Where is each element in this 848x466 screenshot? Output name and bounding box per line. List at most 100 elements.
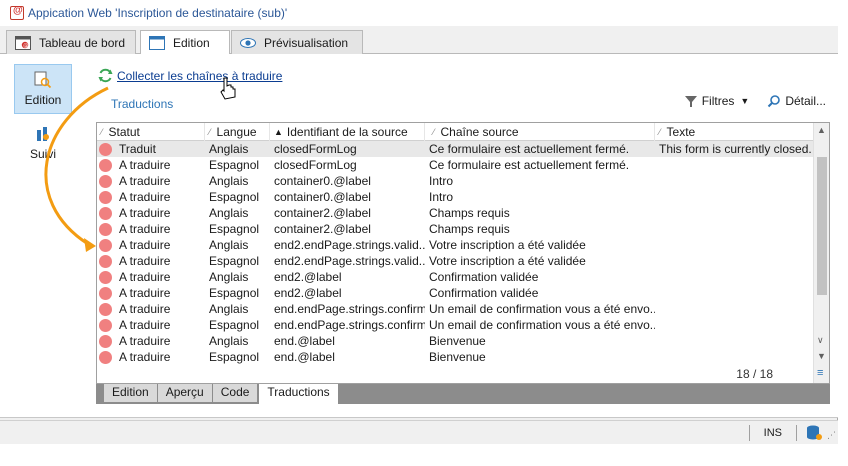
source-string-cell: Intro (429, 174, 454, 188)
vertical-scrollbar[interactable]: ▲ ∨ ▼ ≡ (813, 123, 829, 383)
scroll-down-icon[interactable]: ▼ (817, 351, 826, 361)
status-label: A traduire (119, 174, 171, 188)
sort-asc-icon: ▲ (274, 127, 283, 137)
status-cell: A traduire (97, 222, 205, 236)
status-label: A traduire (119, 302, 171, 316)
table-row[interactable]: A traduire Espagnol end2.endPage.strings.v… (97, 253, 829, 269)
tab-label: Tableau de bord (39, 35, 126, 50)
language-cell: Espagnol (209, 190, 260, 204)
language-cell: Anglais (209, 238, 249, 252)
language-cell: Espagnol (209, 350, 260, 364)
grid-body: Traduit Anglais closedFormLog Ce formulaire… (97, 141, 829, 365)
detail-button[interactable]: Détail... (763, 92, 830, 110)
status-cell: A traduire (97, 286, 205, 300)
filters-button[interactable]: Filtres ▼ (680, 92, 754, 110)
status-cell: A traduire (97, 350, 205, 364)
source-string-cell: Votre inscription a été validée (429, 238, 586, 252)
source-id-cell: end.@label (274, 350, 335, 364)
status-dot-icon (99, 206, 112, 220)
table-row[interactable]: A traduire Espagnol end.@label Bienvenue (97, 349, 829, 365)
table-row[interactable]: A traduire Espagnol container0.@label Intro (97, 189, 829, 205)
database-icon[interactable] (805, 424, 823, 442)
filter-icon (684, 94, 698, 108)
table-row[interactable]: A traduire Anglais end.@label Bienvenue (97, 333, 829, 349)
source-id-cell: end.@label (274, 334, 335, 348)
dashboard-icon: @ (15, 35, 31, 50)
source-id-cell: container0.@label (274, 190, 371, 204)
source-id-cell: end.endPage.strings.confirm (274, 318, 425, 332)
status-label: A traduire (119, 350, 171, 364)
source-string-cell: Ce formulaire est actuellement fermé. (429, 142, 630, 156)
status-cell: A traduire (97, 334, 205, 348)
status-cell: A traduire (97, 318, 205, 332)
nav-edition-button[interactable]: Edition (14, 64, 72, 114)
column-header-texte[interactable]: ⁄ Texte (655, 123, 815, 141)
subtab-apercu[interactable]: Aperçu (157, 384, 213, 402)
column-header-langue[interactable]: ⁄ Langue (205, 123, 270, 141)
column-header-chaine-source[interactable]: ⁄ Chaîne source (425, 123, 655, 141)
status-label: A traduire (119, 270, 171, 284)
status-dot-icon (99, 254, 112, 268)
status-dot-icon (99, 142, 112, 156)
source-id-cell: container0.@label (274, 174, 371, 188)
edit-search-icon (34, 71, 52, 89)
translated-text-cell: This form is currently closed. (659, 142, 812, 156)
nav-suivi-button[interactable]: Suivi (14, 118, 72, 168)
table-row[interactable]: A traduire Anglais container0.@label Intro (97, 173, 829, 189)
source-id-cell: container2.@label (274, 222, 371, 236)
language-cell: Anglais (209, 302, 249, 316)
subtab-code[interactable]: Code (212, 384, 259, 402)
scroll-up-icon[interactable]: ▲ (817, 125, 826, 135)
source-string-cell: Bienvenue (429, 334, 486, 348)
column-label: Chaîne source (440, 125, 519, 139)
table-row[interactable]: A traduire Espagnol closedFormLog Ce formul… (97, 157, 829, 173)
subtab-traductions[interactable]: Traductions (258, 384, 339, 404)
tab-previsualisation[interactable]: Prévisualisation (231, 30, 363, 54)
section-title: Traductions (111, 97, 174, 111)
table-row[interactable]: A traduire Anglais end2.endPage.strings.va… (97, 237, 829, 253)
source-string-cell: Votre inscription a été validée (429, 254, 586, 268)
table-row[interactable]: A traduire Espagnol end2.@label Confirmatio… (97, 285, 829, 301)
table-row[interactable]: A traduire Espagnol container2.@label Champ… (97, 221, 829, 237)
status-cell: A traduire (97, 238, 205, 252)
language-cell: Espagnol (209, 222, 260, 236)
scroll-thumb[interactable] (817, 157, 827, 295)
source-id-cell: closedFormLog (274, 158, 357, 172)
eye-icon (240, 36, 256, 50)
menu-icon[interactable]: ≡ (817, 367, 823, 379)
tab-tableau-de-bord[interactable]: @ Tableau de bord (6, 30, 136, 54)
table-row[interactable]: A traduire Anglais end2.@label Confirmation… (97, 269, 829, 285)
language-cell: Anglais (209, 206, 249, 220)
ins-indicator: INS (763, 426, 782, 439)
chevron-down-icon[interactable]: ∨ (817, 335, 824, 346)
status-dot-icon (99, 334, 112, 348)
collect-strings-link[interactable]: Collecter les chaînes à traduire (98, 68, 282, 83)
bottom-tabs: Edition Aperçu Code Traductions (96, 384, 830, 404)
source-id-cell: end2.endPage.strings.valid... (274, 238, 425, 252)
filters-label: Filtres (701, 94, 735, 108)
search-icon (767, 94, 781, 108)
subtab-edition[interactable]: Edition (104, 384, 158, 402)
table-row[interactable]: A traduire Anglais end.endPage.strings.con… (97, 301, 829, 317)
source-id-cell: end.endPage.strings.confirm (274, 302, 425, 316)
table-row[interactable]: A traduire Espagnol end.endPage.strings.co… (97, 317, 829, 333)
source-string-cell: Confirmation validée (429, 270, 539, 284)
column-header-statut[interactable]: ⁄ Statut (97, 123, 205, 141)
column-header-identifiant[interactable]: ▲ Identifiant de la source (270, 123, 425, 141)
status-dot-icon (99, 270, 112, 284)
row-count: 18 / 18 (736, 367, 773, 381)
status-dot-icon (99, 286, 112, 300)
table-row[interactable]: Traduit Anglais closedFormLog Ce formulaire… (97, 141, 829, 157)
status-cell: A traduire (97, 190, 205, 204)
tracking-icon (34, 125, 52, 143)
resize-grip-icon[interactable]: ⋰ (827, 430, 836, 441)
source-string-cell: Champs requis (429, 222, 510, 236)
table-row[interactable]: A traduire Anglais container2.@label Champs… (97, 205, 829, 221)
tab-edition[interactable]: Edition (140, 30, 230, 55)
language-cell: Anglais (209, 270, 249, 284)
status-dot-icon (99, 158, 112, 172)
language-cell: Espagnol (209, 254, 260, 268)
source-id-cell: container2.@label (274, 206, 371, 220)
source-id-cell: end2.endPage.strings.valid... (274, 254, 425, 268)
tab-label: Prévisualisation (264, 35, 349, 50)
